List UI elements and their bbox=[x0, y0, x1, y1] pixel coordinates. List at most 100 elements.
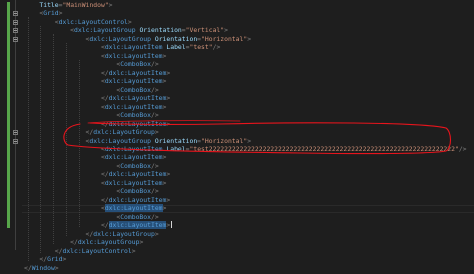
code-token-attr: Orientation bbox=[139, 26, 182, 35]
code-line[interactable]: <ComboBox/> bbox=[24, 161, 159, 171]
code-token-punc: </ bbox=[24, 128, 94, 137]
code-token-punc: < bbox=[24, 26, 75, 35]
code-line[interactable]: <ComboBox/> bbox=[24, 212, 159, 222]
xaml-code-editor[interactable]: Title="MainWindow"> <Grid> <dxlc:LayoutC… bbox=[0, 0, 474, 274]
code-line[interactable]: <dxlc:LayoutItem> bbox=[24, 204, 166, 213]
code-line[interactable]: <ComboBox/> bbox=[24, 187, 158, 196]
code-token-punc: < bbox=[24, 212, 121, 221]
code-line[interactable]: <ComboBox/> bbox=[24, 111, 159, 120]
code-token-attr: Orientation bbox=[154, 136, 198, 145]
code-line[interactable]: <dxlc:LayoutGroup Orientation="Horizonta… bbox=[24, 34, 252, 44]
code-line[interactable]: <dxlc:LayoutItem> bbox=[24, 103, 166, 112]
code-token-punc: < bbox=[24, 187, 121, 196]
code-line[interactable]: </dxlc:LayoutGroup> bbox=[24, 230, 159, 239]
code-line[interactable]: <ComboBox/> bbox=[24, 85, 159, 95]
code-token-punc: > bbox=[166, 68, 171, 77]
code-token-punc: > bbox=[154, 229, 159, 238]
code-token-punc: > bbox=[162, 178, 167, 187]
code-token-tag: dxlc:LayoutItem bbox=[108, 195, 167, 204]
code-line[interactable]: </dxlc:LayoutItem> bbox=[24, 69, 170, 78]
code-line[interactable]: </dxlc:LayoutItem> bbox=[24, 221, 173, 230]
code-token-val: "MainWindow" bbox=[62, 1, 109, 9]
text-caret bbox=[171, 221, 173, 229]
indent-guide bbox=[53, 34, 55, 245]
code-token-tag: dxlc:LayoutItem bbox=[104, 153, 163, 162]
code-token-punc: < bbox=[24, 153, 105, 162]
code-token-attr: Label bbox=[166, 43, 186, 52]
code-token-punc: > bbox=[162, 153, 167, 162]
code-line[interactable]: Title="MainWindow"> bbox=[24, 1, 112, 10]
code-token-punc: < bbox=[24, 161, 121, 170]
code-token-punc: > bbox=[62, 255, 67, 264]
code-line[interactable]: <dxlc:LayoutGroup Orientation="Horizonta… bbox=[24, 136, 252, 146]
code-token-attr: Orientation bbox=[154, 34, 198, 43]
code-token-punc: > bbox=[247, 136, 252, 145]
code-token-tag: ComboBox bbox=[120, 85, 151, 94]
code-line[interactable]: <dxlc:LayoutItem Label="test222222222222… bbox=[24, 145, 467, 154]
code-token-tag: Grid bbox=[47, 255, 63, 264]
indent-guide bbox=[40, 25, 42, 253]
code-token-tag: dxlc:LayoutGroup bbox=[89, 136, 151, 145]
code-token-tag: ComboBox bbox=[120, 161, 151, 170]
code-line[interactable]: <dxlc:LayoutItem> bbox=[24, 77, 166, 86]
code-line[interactable]: </Grid> bbox=[24, 255, 66, 264]
code-line[interactable]: <dxlc:LayoutItem> bbox=[24, 52, 166, 61]
code-token-punc: > bbox=[224, 26, 228, 35]
code-token-punc bbox=[24, 1, 39, 9]
code-area[interactable]: Title="MainWindow"> <Grid> <dxlc:LayoutC… bbox=[0, 0, 474, 274]
code-token-val: "test" bbox=[189, 43, 213, 52]
code-token-punc: < bbox=[24, 9, 44, 18]
code-line[interactable]: </dxlc:LayoutItem> bbox=[24, 94, 170, 103]
code-token-tag: dxlc:LayoutGroup bbox=[74, 26, 136, 35]
code-token-tag: dxlc:LayoutItem bbox=[108, 221, 167, 230]
code-token-punc: > bbox=[166, 221, 171, 230]
code-token-punc: > bbox=[58, 9, 63, 18]
code-token-tag: dxlc:LayoutControl bbox=[62, 246, 132, 255]
code-token-tag: dxlc:LayoutItem bbox=[108, 170, 167, 179]
code-line[interactable]: </Window> bbox=[24, 264, 59, 273]
code-token-punc: < bbox=[24, 51, 105, 60]
code-token-punc: > bbox=[127, 17, 132, 26]
code-line[interactable]: </dxlc:LayoutItem> bbox=[24, 120, 170, 129]
code-token-punc: > bbox=[139, 238, 144, 247]
code-token-punc: > bbox=[166, 94, 171, 103]
code-token-punc: > bbox=[162, 51, 167, 60]
code-line[interactable]: </dxlc:LayoutItem> bbox=[24, 196, 170, 205]
code-token-punc: < bbox=[24, 77, 105, 86]
code-token-tag: dxlc:LayoutItem bbox=[104, 77, 163, 86]
code-line[interactable]: <ComboBox/> bbox=[24, 60, 158, 69]
code-line[interactable]: </dxlc:LayoutItem> bbox=[24, 170, 170, 179]
code-token-punc: > bbox=[166, 195, 171, 204]
code-token-tag: dxlc:LayoutItem bbox=[104, 102, 163, 111]
code-token-punc: > bbox=[131, 246, 136, 255]
indent-guide bbox=[66, 42, 68, 236]
code-token-val: "Horizontal" bbox=[201, 34, 248, 43]
code-token-tag: ComboBox bbox=[120, 60, 151, 69]
code-token-punc: < bbox=[24, 43, 105, 52]
code-token-punc: > bbox=[162, 102, 167, 111]
code-line[interactable]: <dxlc:LayoutItem> bbox=[24, 179, 166, 188]
code-token-val: "test22222222222222222222222222222222222… bbox=[189, 144, 459, 153]
code-token-punc: </ bbox=[24, 263, 32, 272]
code-token-tag: dxlc:LayoutGroup bbox=[93, 128, 155, 137]
code-token-tag: ComboBox bbox=[120, 212, 151, 221]
code-token-tag: dxlc:LayoutItem bbox=[104, 204, 163, 213]
code-token-val: "Horizontal" bbox=[201, 136, 248, 145]
code-token-punc: /> bbox=[150, 85, 159, 94]
code-token-punc: > bbox=[54, 263, 59, 272]
code-token-attr: Title bbox=[39, 1, 59, 9]
code-token-tag: dxlc:LayoutItem bbox=[104, 43, 163, 52]
code-token-tag: Window bbox=[31, 263, 55, 272]
code-line[interactable]: <dxlc:LayoutItem> bbox=[24, 153, 166, 162]
code-token-punc: /> bbox=[150, 111, 159, 120]
code-token-punc: < bbox=[24, 85, 121, 94]
code-token-punc: /> bbox=[212, 43, 221, 52]
code-token-punc: /> bbox=[150, 212, 159, 221]
code-token-tag: dxlc:LayoutItem bbox=[104, 51, 163, 60]
code-token-punc: /> bbox=[150, 161, 159, 170]
indent-guide bbox=[79, 59, 81, 228]
code-line[interactable]: </dxlc:LayoutGroup> bbox=[24, 128, 159, 137]
code-token-punc: < bbox=[24, 102, 105, 111]
code-token-tag: dxlc:LayoutItem bbox=[104, 178, 163, 187]
code-token-punc: </ bbox=[24, 229, 94, 238]
